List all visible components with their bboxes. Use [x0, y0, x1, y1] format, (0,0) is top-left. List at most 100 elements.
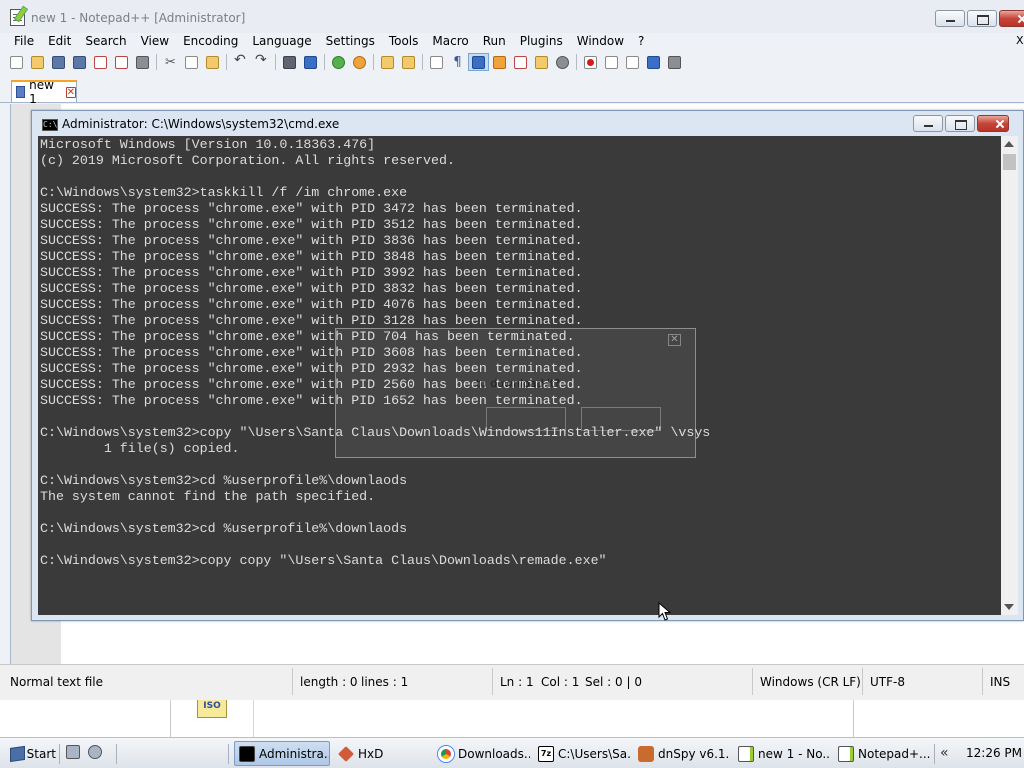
new-file-button[interactable] [6, 53, 27, 71]
record-macro-button[interactable] [580, 53, 601, 71]
taskbar-divider [59, 744, 60, 764]
cmd-minimize-button[interactable] [913, 115, 943, 132]
console-scrollbar[interactable] [1001, 136, 1018, 615]
taskbar-item-notepadpp-1[interactable]: new 1 - No... [734, 741, 830, 766]
chrome-icon [438, 745, 454, 762]
quick-launch [66, 745, 102, 759]
indent-guide-button[interactable] [468, 53, 489, 71]
dialog-button[interactable] [486, 407, 566, 431]
npp-title-bar[interactable]: new 1 - Notepad++ [Administrator] [0, 0, 1024, 33]
menu-plugins[interactable]: Plugins [513, 33, 570, 50]
paste-button[interactable] [202, 53, 223, 71]
close-button[interactable] [90, 53, 111, 71]
tab-new-1[interactable]: new 1 ✕ [11, 78, 77, 106]
taskbar-item-7zip[interactable]: 7z C:\Users\Sa... [534, 741, 630, 766]
console-line: SUCCESS: The process "chrome.exe" with P… [40, 313, 583, 328]
dialog-message: to download it? [475, 377, 561, 390]
start-button[interactable]: Start [4, 741, 56, 766]
clipboard-icon [206, 55, 219, 69]
explorer-icon[interactable] [88, 745, 102, 759]
menu-view[interactable]: View [134, 33, 176, 50]
redo-button[interactable] [251, 53, 272, 71]
taskbar-item-label: new 1 - No... [758, 746, 830, 761]
menu-run[interactable]: Run [476, 33, 513, 50]
scroll-up-arrow-icon[interactable] [1004, 141, 1014, 147]
play-macro-button[interactable] [622, 53, 643, 71]
fading-dialog: ✕ to download it? [335, 328, 696, 458]
taskbar-item-cmd[interactable]: Administra... [234, 741, 330, 766]
npp-close-button[interactable] [999, 10, 1024, 27]
close-all-button[interactable] [111, 53, 132, 71]
background-window[interactable]: ISO [170, 700, 854, 737]
cmd-window-title: Administrator: C:\Windows\system32\cmd.e… [62, 117, 340, 131]
cmd-app-icon[interactable]: C:\ [42, 119, 58, 131]
cmd-title-bar[interactable]: C:\ Administrator: C:\Windows\system32\c… [32, 111, 1023, 137]
undo-button[interactable] [230, 53, 251, 71]
menu-encoding[interactable]: Encoding [176, 33, 245, 50]
menu-macro[interactable]: Macro [425, 33, 475, 50]
folder-workspace-button[interactable] [531, 53, 552, 71]
scroll-down-arrow-icon[interactable] [1004, 604, 1014, 610]
dialog-close-icon[interactable]: ✕ [668, 334, 681, 346]
replace-button[interactable] [300, 53, 321, 71]
menu-language[interactable]: Language [245, 33, 318, 50]
show-desktop-icon[interactable] [66, 745, 80, 759]
stop-macro-button[interactable] [601, 53, 622, 71]
menu-tools[interactable]: Tools [382, 33, 426, 50]
cut-button[interactable]: ✂ [160, 53, 181, 71]
status-insert-mode[interactable]: INS [990, 675, 1010, 689]
udl-button[interactable] [489, 53, 510, 71]
menu-help[interactable]: ? [631, 33, 651, 50]
dialog-button[interactable] [581, 407, 661, 431]
menu-file[interactable]: File [0, 33, 41, 50]
cmd-close-button[interactable] [977, 115, 1009, 132]
npp-maximize-button[interactable] [967, 10, 997, 27]
status-encoding[interactable]: UTF-8 [870, 675, 905, 689]
word-wrap-icon [430, 55, 443, 69]
console-line: C:\Windows\system32>taskkill /f /im chro… [40, 185, 408, 200]
npp-minimize-button[interactable] [935, 10, 965, 27]
zoom-out-button[interactable] [349, 53, 370, 71]
cmd-maximize-button[interactable] [945, 115, 975, 132]
tab-close-icon[interactable]: ✕ [65, 86, 76, 98]
menu-search[interactable]: Search [78, 33, 133, 50]
word-wrap-button[interactable] [426, 53, 447, 71]
taskbar-item-label: C:\Users\Sa... [558, 746, 630, 761]
sync-horizontal-button[interactable] [398, 53, 419, 71]
folder-icon [535, 55, 548, 69]
save-all-button[interactable] [69, 53, 90, 71]
npp-status-bar: Normal text file length : 0 lines : 1 Ln… [0, 664, 1024, 699]
copy-button[interactable] [181, 53, 202, 71]
taskbar-item-dnspy[interactable]: dnSpy v6.1.... [634, 741, 730, 766]
function-list-button[interactable] [552, 53, 573, 71]
taskbar-item-notepadpp-2[interactable]: Notepad+... [834, 741, 930, 766]
pilcrow-icon: ¶ [453, 54, 462, 70]
clock[interactable]: 12:26 PM [966, 746, 1022, 760]
status-eol[interactable]: Windows (CR LF) [760, 675, 861, 689]
zoom-in-button[interactable] [328, 53, 349, 71]
iso-file-icon[interactable]: ISO [197, 700, 227, 718]
scrollbar-thumb[interactable] [1003, 154, 1016, 170]
menu-window[interactable]: Window [570, 33, 631, 50]
menu-edit[interactable]: Edit [41, 33, 78, 50]
toolbar-separator [422, 54, 423, 70]
print-button[interactable] [132, 53, 153, 71]
menu-close-document[interactable]: X [1016, 34, 1024, 47]
save-button[interactable] [48, 53, 69, 71]
save-macro-button[interactable] [664, 53, 685, 71]
dnspy-icon [638, 745, 654, 762]
run-macro-multiple-button[interactable] [643, 53, 664, 71]
sync-vertical-button[interactable] [377, 53, 398, 71]
show-all-chars-button[interactable]: ¶ [447, 53, 468, 71]
tray-expand-icon[interactable]: « [940, 745, 949, 761]
taskbar-item-downloads[interactable]: Downloads... [434, 741, 530, 766]
find-button[interactable] [279, 53, 300, 71]
doc-map-button[interactable] [510, 53, 531, 71]
menu-settings[interactable]: Settings [319, 33, 382, 50]
taskbar-item-hxd[interactable]: HxD [334, 741, 430, 766]
notepadpp-app-icon[interactable] [10, 9, 25, 26]
toolbar-separator [156, 54, 157, 70]
open-file-button[interactable] [27, 53, 48, 71]
